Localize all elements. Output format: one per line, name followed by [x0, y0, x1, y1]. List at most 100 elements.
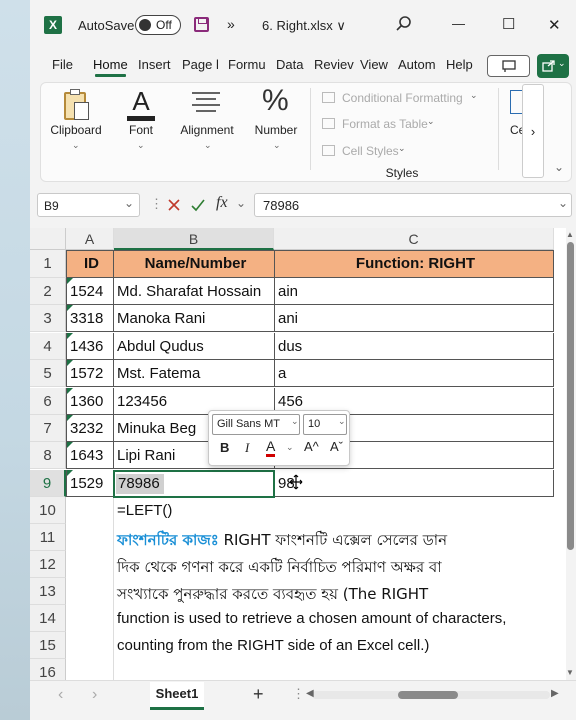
- font-color-button[interactable]: A: [266, 438, 276, 457]
- scroll-up-arrow-icon[interactable]: ▲: [566, 230, 574, 239]
- tab-help[interactable]: Help: [446, 57, 473, 72]
- table-cell-id[interactable]: 3318: [66, 305, 114, 332]
- number-label[interactable]: Number: [250, 123, 302, 137]
- table-cell-id[interactable]: 1643: [66, 442, 114, 469]
- table-cell-id[interactable]: 1360: [66, 388, 114, 415]
- column-header-c[interactable]: C: [274, 228, 554, 250]
- cell-b9-edit[interactable]: 78986: [115, 471, 160, 497]
- autosave-toggle[interactable]: Off: [135, 15, 181, 35]
- ribbon-scroll-right-button[interactable]: ›: [522, 84, 544, 178]
- share-button[interactable]: ⌄: [537, 54, 569, 78]
- tab-automate[interactable]: Autom: [398, 57, 436, 72]
- increase-font-button[interactable]: A^: [304, 439, 319, 454]
- italic-button[interactable]: I: [245, 440, 249, 456]
- table-cell-res[interactable]: 98: [274, 470, 554, 497]
- table-cell-name[interactable]: Md. Sharafat Hossain: [113, 278, 275, 305]
- font-label[interactable]: Font: [120, 123, 162, 137]
- column-header-a[interactable]: A: [66, 228, 114, 250]
- row-header[interactable]: 7: [30, 415, 66, 442]
- tab-home[interactable]: Home: [93, 57, 128, 77]
- comments-button[interactable]: [487, 55, 530, 77]
- table-cell-res[interactable]: ain: [274, 278, 554, 305]
- tab-insert[interactable]: Insert: [138, 57, 171, 72]
- row-header[interactable]: 8: [30, 442, 66, 469]
- header-cell-id[interactable]: ID: [66, 250, 114, 278]
- sheet-tab-sheet1[interactable]: Sheet1: [150, 682, 204, 710]
- table-cell-id[interactable]: 1572: [66, 360, 114, 387]
- collapse-ribbon-icon[interactable]: ⌄: [554, 160, 564, 174]
- save-icon[interactable]: [194, 17, 209, 32]
- format-as-table-button[interactable]: Format as Table: [342, 117, 428, 131]
- alignment-label[interactable]: Alignment: [176, 123, 238, 137]
- table-cell-id[interactable]: 1529: [66, 470, 114, 497]
- tab-formulas[interactable]: Formu: [228, 57, 266, 72]
- row-header[interactable]: 14: [30, 605, 66, 632]
- header-cell-function[interactable]: Function: RIGHT: [274, 250, 554, 278]
- table-cell-id[interactable]: 3232: [66, 415, 114, 442]
- table-cell-res[interactable]: ani: [274, 305, 554, 332]
- row-header[interactable]: 4: [30, 333, 66, 360]
- conditional-formatting-button[interactable]: Conditional Formatting: [342, 91, 463, 105]
- clipboard-label[interactable]: Clipboard: [46, 123, 106, 137]
- row-header[interactable]: 15: [30, 632, 66, 659]
- expand-formula-bar-icon[interactable]: ⌄: [558, 196, 568, 210]
- close-button[interactable]: ✕: [548, 16, 561, 34]
- select-all-corner[interactable]: [30, 228, 66, 250]
- table-cell-name[interactable]: Manoka Rani: [113, 305, 275, 332]
- file-name[interactable]: 6. Right.xlsx ∨: [262, 18, 346, 34]
- scroll-left-arrow-icon[interactable]: ◀: [306, 688, 314, 699]
- insert-function-button[interactable]: fx: [216, 194, 228, 212]
- search-icon[interactable]: [396, 16, 412, 32]
- tab-view[interactable]: View: [360, 57, 388, 72]
- alignment-icon[interactable]: [190, 90, 222, 114]
- tab-file[interactable]: File: [52, 57, 73, 72]
- row-header[interactable]: 11: [30, 524, 66, 551]
- row-header[interactable]: 13: [30, 578, 66, 605]
- cancel-icon[interactable]: [166, 197, 182, 213]
- more-commands-button[interactable]: »: [227, 16, 235, 32]
- next-sheet-arrow-icon[interactable]: ›: [92, 686, 97, 704]
- table-cell-name[interactable]: Abdul Qudus: [113, 333, 275, 360]
- row-header[interactable]: 12: [30, 551, 66, 578]
- table-cell-res[interactable]: a: [274, 360, 554, 387]
- column-header-b[interactable]: B: [114, 228, 274, 250]
- decrease-font-button[interactable]: Aˇ: [330, 439, 343, 454]
- table-cell-id[interactable]: 1436: [66, 333, 114, 360]
- row-header[interactable]: 3: [30, 305, 66, 332]
- formula-input[interactable]: 78986: [254, 193, 572, 217]
- scroll-down-arrow-icon[interactable]: ▼: [566, 668, 574, 677]
- minimize-button[interactable]: —: [452, 16, 465, 31]
- gridline: [113, 498, 114, 680]
- formula-text-cell[interactable]: =LEFT(): [117, 502, 172, 519]
- tab-review[interactable]: Reviev: [314, 57, 354, 72]
- maximize-button[interactable]: ☐: [502, 15, 515, 33]
- table-cell-id[interactable]: 1524: [66, 278, 114, 305]
- enter-check-icon[interactable]: [190, 197, 206, 213]
- scroll-right-arrow-icon[interactable]: ▶: [551, 688, 559, 699]
- prev-sheet-arrow-icon[interactable]: ‹: [58, 686, 63, 704]
- header-cell-name[interactable]: Name/Number: [113, 250, 275, 278]
- font-icon[interactable]: A: [127, 86, 155, 121]
- chevron-down-icon[interactable]: ⌄: [124, 196, 134, 210]
- chevron-down-icon[interactable]: ⌄: [236, 196, 246, 210]
- horizontal-scroll-thumb[interactable]: [398, 691, 458, 699]
- row-header[interactable]: 2: [30, 278, 66, 305]
- row-header[interactable]: 6: [30, 388, 66, 415]
- mini-font-select[interactable]: Gill Sans MT: [212, 414, 300, 435]
- row-header-1[interactable]: 1: [30, 250, 66, 278]
- tab-page-layout[interactable]: Page l: [182, 57, 219, 72]
- row-header[interactable]: 5: [30, 360, 66, 387]
- cell-styles-button[interactable]: Cell Styles: [342, 144, 399, 158]
- bold-button[interactable]: B: [220, 440, 229, 455]
- chevron-down-icon[interactable]: ⌄: [286, 442, 294, 453]
- tab-data[interactable]: Data: [276, 57, 303, 72]
- clipboard-icon[interactable]: [62, 88, 92, 122]
- percent-icon[interactable]: %: [262, 84, 289, 118]
- row-header[interactable]: 9: [30, 470, 66, 497]
- vertical-scroll-thumb[interactable]: [567, 242, 574, 550]
- note-line-4: function is used to retrieve a chosen am…: [117, 610, 507, 627]
- table-cell-name[interactable]: Mst. Fatema: [113, 360, 275, 387]
- add-sheet-button[interactable]: +: [253, 684, 264, 705]
- table-cell-res[interactable]: dus: [274, 333, 554, 360]
- row-header[interactable]: 10: [30, 497, 66, 524]
